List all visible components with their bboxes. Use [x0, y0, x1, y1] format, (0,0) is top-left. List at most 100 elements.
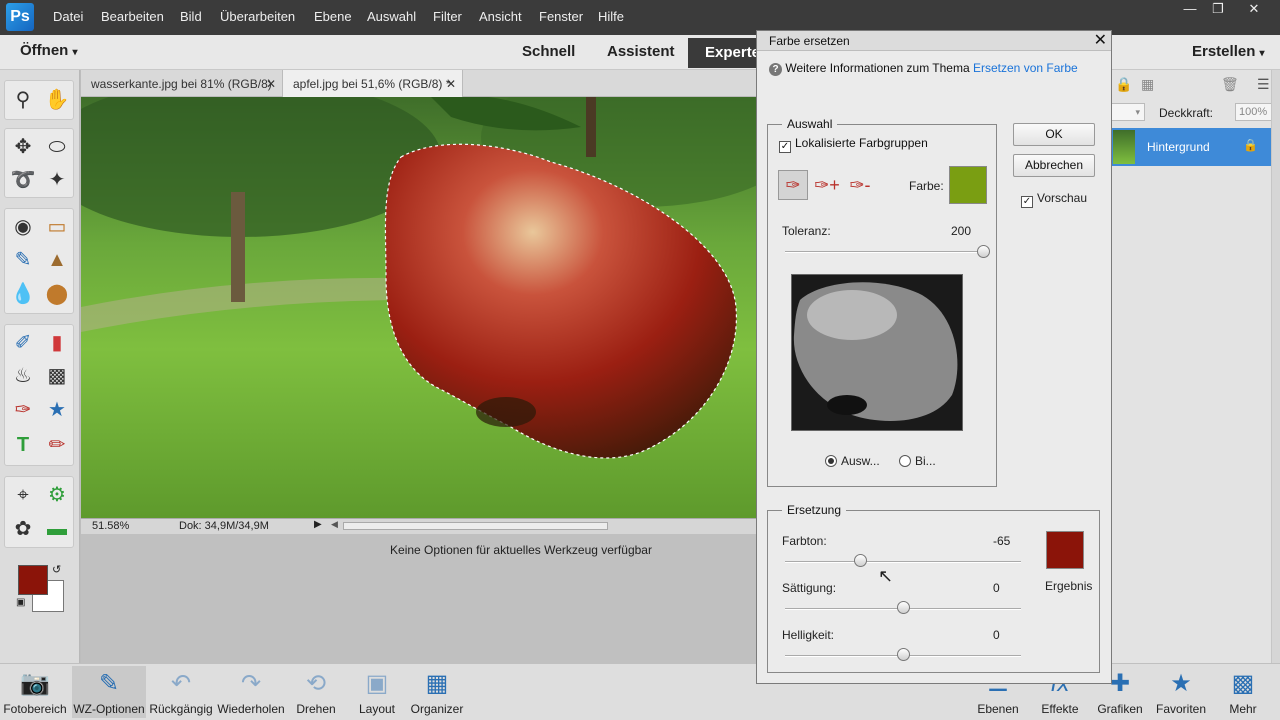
lock-icon[interactable]: 🔒: [1115, 76, 1132, 93]
layer-row-background[interactable]: Hintergrund 🔒: [1111, 128, 1280, 166]
saturation-slider-thumb[interactable]: [897, 601, 910, 614]
panel-scrollbar[interactable]: [1271, 70, 1280, 663]
doc-tab-wasserkante[interactable]: wasserkante.jpg bei 81% (RGB/8) ✕: [81, 70, 283, 97]
tolerance-slider-track[interactable]: [785, 251, 985, 253]
sample-color-swatch[interactable]: [949, 166, 987, 204]
red-eye-tool-icon[interactable]: ◉: [9, 213, 37, 241]
marquee-tool-icon[interactable]: ⬭: [43, 133, 71, 161]
zoom-level[interactable]: 51.58%: [92, 520, 129, 532]
dialog-titlebar[interactable]: Farbe ersetzen ✕: [757, 31, 1111, 51]
crop-tool-icon[interactable]: ⌖: [9, 481, 37, 509]
straighten-tool-icon[interactable]: ▬: [43, 515, 71, 543]
foreground-color-swatch[interactable]: [18, 565, 48, 595]
magic-wand-tool-icon[interactable]: ✦: [43, 166, 71, 194]
preview-checkbox[interactable]: ✓ Vorschau: [1021, 191, 1087, 208]
close-icon[interactable]: ✕: [1240, 2, 1268, 18]
menu-ansicht[interactable]: Ansicht: [479, 9, 522, 24]
close-tab-icon[interactable]: ✕: [446, 77, 456, 91]
swap-colors-icon[interactable]: ↺: [52, 563, 61, 576]
smart-brush-tool-icon[interactable]: ✎: [9, 246, 37, 274]
lightness-slider-thumb[interactable]: [897, 648, 910, 661]
help-link[interactable]: Ersetzen von Farbe: [973, 61, 1078, 75]
gradient-tool-icon[interactable]: ▩: [43, 362, 71, 390]
menu-filter[interactable]: Filter: [433, 9, 462, 24]
zoom-tool-icon[interactable]: ⚲: [9, 86, 37, 114]
radio-image[interactable]: Bi...: [899, 454, 936, 468]
close-tab-icon[interactable]: ✕: [266, 77, 276, 91]
hand-tool-icon[interactable]: ✋: [43, 86, 71, 114]
spot-healing-tool-icon[interactable]: ▭: [43, 213, 71, 241]
menu-auswahl[interactable]: Auswahl: [367, 9, 416, 24]
status-menu-arrow-icon[interactable]: ▶: [314, 519, 322, 530]
eyedropper-add-icon[interactable]: ✑+: [813, 171, 841, 199]
hue-slider-thumb[interactable]: [854, 554, 867, 567]
replacement-legend: Ersetzung: [787, 503, 842, 517]
open-button[interactable]: Öffnen ▾: [20, 42, 78, 59]
tab-quick[interactable]: Schnell: [522, 43, 575, 60]
tool-options-button[interactable]: ✎ WZ-Optionen: [72, 666, 146, 718]
paint-bucket-tool-icon[interactable]: ♨: [9, 362, 37, 390]
tolerance-value[interactable]: 200: [951, 224, 971, 238]
hue-slider-track[interactable]: [785, 561, 1021, 563]
recompose-tool-icon[interactable]: ⚙: [43, 481, 71, 509]
localized-color-clusters-checkbox[interactable]: ✓ Lokalisierte Farbgruppen: [779, 136, 928, 153]
hue-value[interactable]: -65: [993, 534, 1010, 548]
eyedropper-subtract-icon[interactable]: ✑-: [846, 171, 874, 199]
result-color-swatch[interactable]: [1046, 531, 1084, 569]
type-tool-icon[interactable]: T: [9, 431, 37, 459]
clone-stamp-tool-icon[interactable]: ▲: [43, 246, 71, 274]
tab-guided[interactable]: Assistent: [607, 43, 675, 60]
menu-bild[interactable]: Bild: [180, 9, 202, 24]
lightness-value[interactable]: 0: [993, 628, 1000, 642]
default-colors-icon[interactable]: ▣: [16, 597, 25, 608]
ok-button[interactable]: OK: [1013, 123, 1095, 146]
layout-icon: ▣: [365, 670, 389, 697]
lock-transparency-icon[interactable]: ▦: [1141, 76, 1154, 93]
create-button[interactable]: Erstellen ▾: [1192, 43, 1265, 60]
menu-bearbeiten[interactable]: Bearbeiten: [101, 9, 164, 24]
rotate-label: Drehen: [296, 702, 336, 716]
eraser-tool-icon[interactable]: ▮: [43, 329, 71, 357]
lasso-tool-icon[interactable]: ➰: [9, 166, 37, 194]
radio-selection[interactable]: Ausw...: [825, 454, 880, 468]
selection-legend: Auswahl: [787, 117, 833, 131]
doc-tab-apfel[interactable]: apfel.jpg bei 51,6% (RGB/8) * ✕: [283, 70, 463, 97]
favorites-button[interactable]: ★ Favoriten: [1154, 666, 1208, 716]
layout-button[interactable]: ▣ Layout: [352, 666, 402, 716]
sponge-tool-icon[interactable]: ⬤: [43, 280, 71, 308]
blur-tool-icon[interactable]: 💧: [9, 280, 37, 308]
chevron-down-icon: ▾: [72, 47, 78, 58]
panel-menu-icon[interactable]: ☰: [1257, 76, 1270, 93]
organizer-button[interactable]: ▦ Organizer: [409, 666, 465, 716]
menu-datei[interactable]: Datei: [53, 9, 83, 24]
opacity-input[interactable]: 100%: [1235, 103, 1275, 121]
minimize-icon[interactable]: —: [1176, 2, 1204, 18]
custom-shape-tool-icon[interactable]: ★: [43, 396, 71, 424]
menu-fenster[interactable]: Fenster: [539, 9, 583, 24]
blend-mode-select[interactable]: ▾: [1111, 103, 1145, 121]
horizontal-scrollbar[interactable]: [343, 522, 608, 530]
restore-icon[interactable]: ❐: [1204, 2, 1232, 18]
tolerance-slider-thumb[interactable]: [977, 245, 990, 258]
menu-ueberarbeiten[interactable]: Überarbeiten: [220, 9, 295, 24]
brush-tool-icon[interactable]: ✐: [9, 329, 37, 357]
scroll-left-icon[interactable]: ◀: [331, 519, 338, 530]
content-aware-move-tool-icon[interactable]: ✿: [9, 515, 37, 543]
redo-button[interactable]: ↷ Wiederholen: [216, 666, 286, 716]
image-canvas[interactable]: [81, 97, 761, 518]
saturation-value[interactable]: 0: [993, 581, 1000, 595]
eyedropper-icon[interactable]: ✑: [778, 170, 808, 200]
rotate-button[interactable]: ⟲ Drehen: [290, 666, 342, 716]
move-tool-icon[interactable]: ✥: [9, 133, 37, 161]
cancel-button[interactable]: Abbrechen: [1013, 154, 1095, 177]
menu-hilfe[interactable]: Hilfe: [598, 9, 624, 24]
close-icon[interactable]: ✕: [1094, 31, 1107, 51]
undo-icon: ↶: [170, 670, 192, 697]
eyedropper-tool-icon[interactable]: ✑: [9, 396, 37, 424]
trash-icon[interactable]: 🗑: [1221, 76, 1239, 93]
photo-bin-button[interactable]: 📷 Fotobereich: [3, 666, 67, 716]
more-button[interactable]: ▩ Mehr: [1220, 666, 1266, 716]
pencil-tool-icon[interactable]: ✏: [43, 431, 71, 459]
menu-ebene[interactable]: Ebene: [314, 9, 352, 24]
undo-button[interactable]: ↶ Rückgängig: [148, 666, 214, 716]
